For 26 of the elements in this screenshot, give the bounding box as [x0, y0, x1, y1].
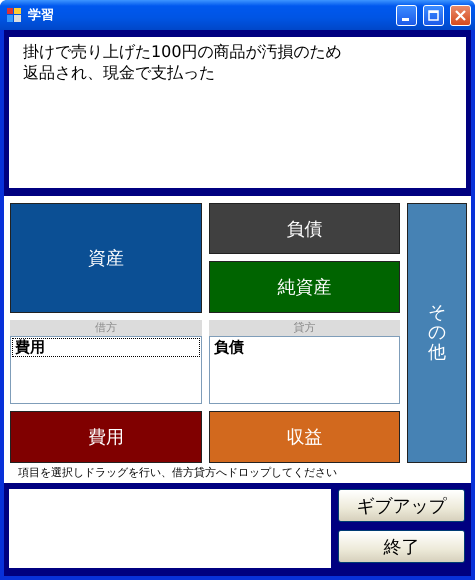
null[interactable]: ギブアップ: [338, 489, 465, 522]
minimize-icon: [402, 18, 409, 20]
category-tile[interactable]: 資産: [10, 203, 202, 313]
list-item[interactable]: 費用: [12, 338, 200, 357]
close-button[interactable]: [450, 4, 471, 26]
category-tile[interactable]: 負債: [209, 203, 400, 254]
app-icon: [6, 7, 22, 23]
list-header: 貸方: [209, 320, 400, 336]
category-tile[interactable]: 純資産: [209, 261, 400, 313]
window-title: 学習: [28, 7, 55, 24]
list-header: 借方: [10, 320, 202, 336]
minimize-button[interactable]: [396, 4, 417, 26]
null[interactable]: 終了: [338, 530, 465, 563]
close-icon: [455, 10, 466, 20]
list-item[interactable]: 負債: [211, 338, 398, 357]
drop-list[interactable]: 費用: [10, 336, 202, 404]
category-tile[interactable]: 費用: [10, 411, 202, 463]
question-text: 返品され、現金で支払った: [23, 62, 215, 83]
maximize-button[interactable]: [423, 4, 444, 26]
answer-field[interactable]: [9, 489, 331, 568]
hint-text: 項目を選択しドラッグを行い、借方貸方へドロップしてください: [17, 465, 338, 481]
category-tile[interactable]: 収益: [209, 411, 400, 463]
question-text: 掛けで売り上げた100円の商品が汚損のため: [23, 41, 342, 62]
drop-list[interactable]: 負債: [209, 336, 400, 404]
category-tile[interactable]: その他: [407, 203, 467, 463]
maximize-icon: [428, 10, 439, 20]
